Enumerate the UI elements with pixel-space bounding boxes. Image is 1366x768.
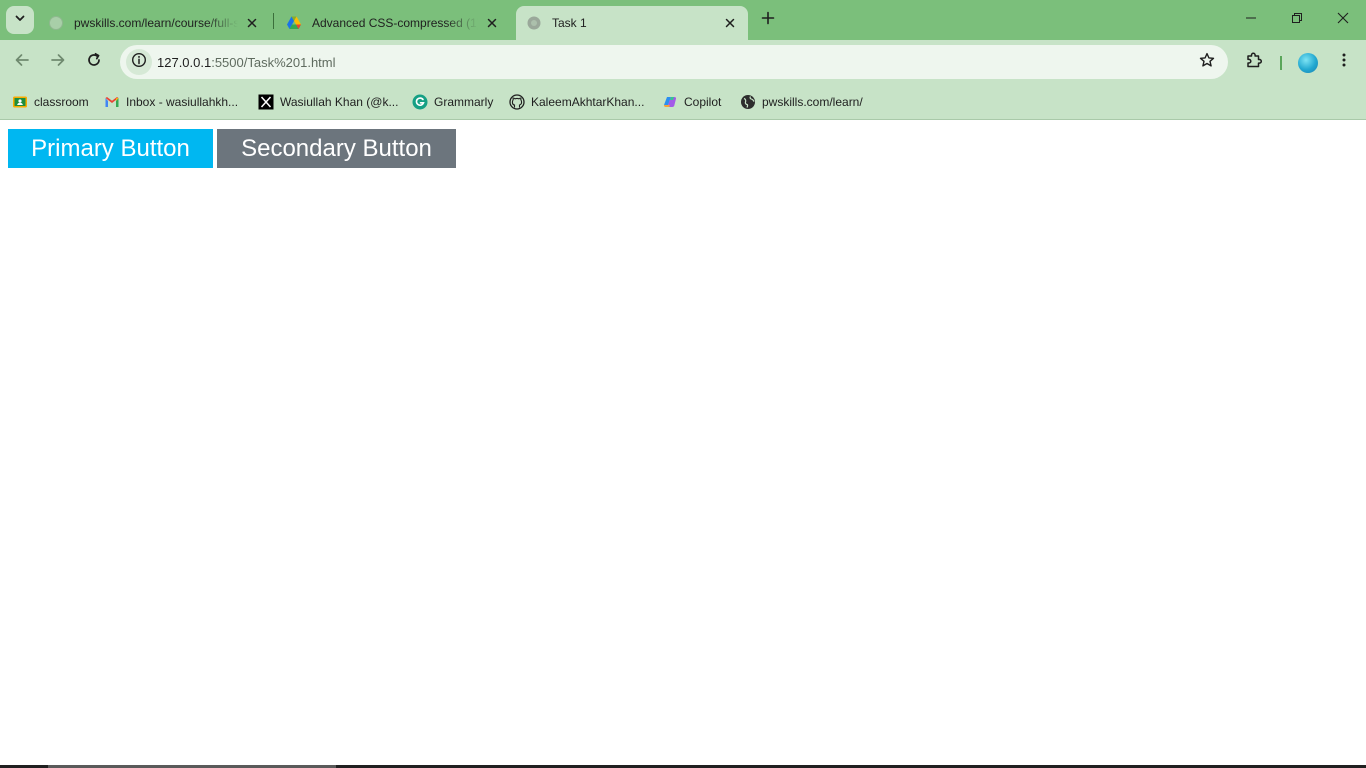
tab-strip: pwskills.com/learn/course/full-s Advance… [0,0,1366,40]
close-icon[interactable] [484,15,500,31]
star-icon [1199,52,1215,73]
globe-gray-icon [48,15,64,31]
page-content: Primary Button Secondary Button [0,121,1366,768]
primary-button[interactable]: Primary Button [8,129,213,168]
tab-title: pwskills.com/learn/course/full-s [74,16,238,30]
bookmark-label: Inbox - wasiullahkh... [126,95,239,109]
bookmarks-bar: classroom Inbox - wasiullahkh... Wasiull… [0,85,1366,120]
bookmark-gmail-inbox[interactable]: Inbox - wasiullahkh... [104,92,238,112]
bookmark-label: KaleemAkhtarKhan... [531,95,645,109]
reload-button[interactable] [78,46,110,78]
google-classroom-icon [12,94,28,110]
bookmark-label: pwskills.com/learn/ [762,95,863,109]
bookmark-label: Copilot [684,95,722,109]
github-icon [509,94,525,110]
chevron-down-icon [14,11,26,29]
restore-icon [1291,11,1303,29]
bookmark-copilot[interactable]: Copilot [662,92,721,112]
secondary-button[interactable]: Secondary Button [217,129,456,168]
forward-button[interactable] [42,46,74,78]
minimize-button[interactable] [1228,0,1274,40]
copilot-icon [662,94,678,110]
more-vert-icon [1336,52,1352,73]
bookmark-x-profile[interactable]: Wasiullah Khan (@k... [258,92,398,112]
grammarly-icon [412,94,428,110]
bookmark-pwskills[interactable]: pwskills.com/learn/ [740,92,863,112]
tab-title: Task 1 [552,16,587,30]
url-host: 127.0.0.1 [157,55,212,70]
back-button[interactable] [6,46,38,78]
extensions-button[interactable] [1238,46,1270,78]
tab-pwskills-course[interactable]: pwskills.com/learn/course/full-s [38,6,270,40]
close-window-button[interactable] [1320,0,1366,40]
tab-task-1-active[interactable]: Task 1 [516,6,748,40]
toolbar-separator [1280,56,1282,70]
puzzle-icon [1245,51,1263,74]
arrow-left-icon [14,52,30,73]
tab-title: Advanced CSS-compressed (1).p [312,16,478,30]
globe-gray-icon [526,15,542,31]
tab-advanced-css[interactable]: Advanced CSS-compressed (1).p [276,6,510,40]
tab-separator [273,13,274,29]
close-icon[interactable] [722,15,738,31]
url-text[interactable]: 127.0.0.1:5500/Task%201.html [157,55,336,70]
bookmark-github[interactable]: KaleemAkhtarKhan... [509,92,644,112]
tab-search-button[interactable] [6,6,34,34]
google-drive-icon [286,15,302,31]
close-icon [1337,11,1349,29]
address-bar[interactable]: 127.0.0.1:5500/Task%201.html [120,45,1228,79]
site-info-button[interactable] [126,49,152,75]
minimize-icon [1245,11,1257,29]
profile-avatar[interactable] [1298,53,1318,73]
bookmark-classroom[interactable]: classroom [12,92,89,112]
new-tab-button[interactable] [756,8,780,32]
url-path: :5500/Task%201.html [211,55,336,70]
gmail-icon [104,94,120,110]
menu-button[interactable] [1328,46,1360,78]
bookmark-label: classroom [34,95,89,109]
bookmark-grammarly[interactable]: Grammarly [412,92,493,112]
reload-icon [86,52,102,73]
x-icon [258,94,274,110]
info-icon [131,52,147,73]
arrow-right-icon [50,52,66,73]
browser-toolbar: 127.0.0.1:5500/Task%201.html [0,40,1366,85]
bookmark-label: Wasiullah Khan (@k... [280,95,399,109]
globe-icon [740,94,756,110]
bookmark-label: Grammarly [434,95,494,109]
plus-icon [761,11,775,30]
close-icon[interactable] [244,15,260,31]
bookmark-star-button[interactable] [1198,52,1216,73]
restore-button[interactable] [1274,0,1320,40]
